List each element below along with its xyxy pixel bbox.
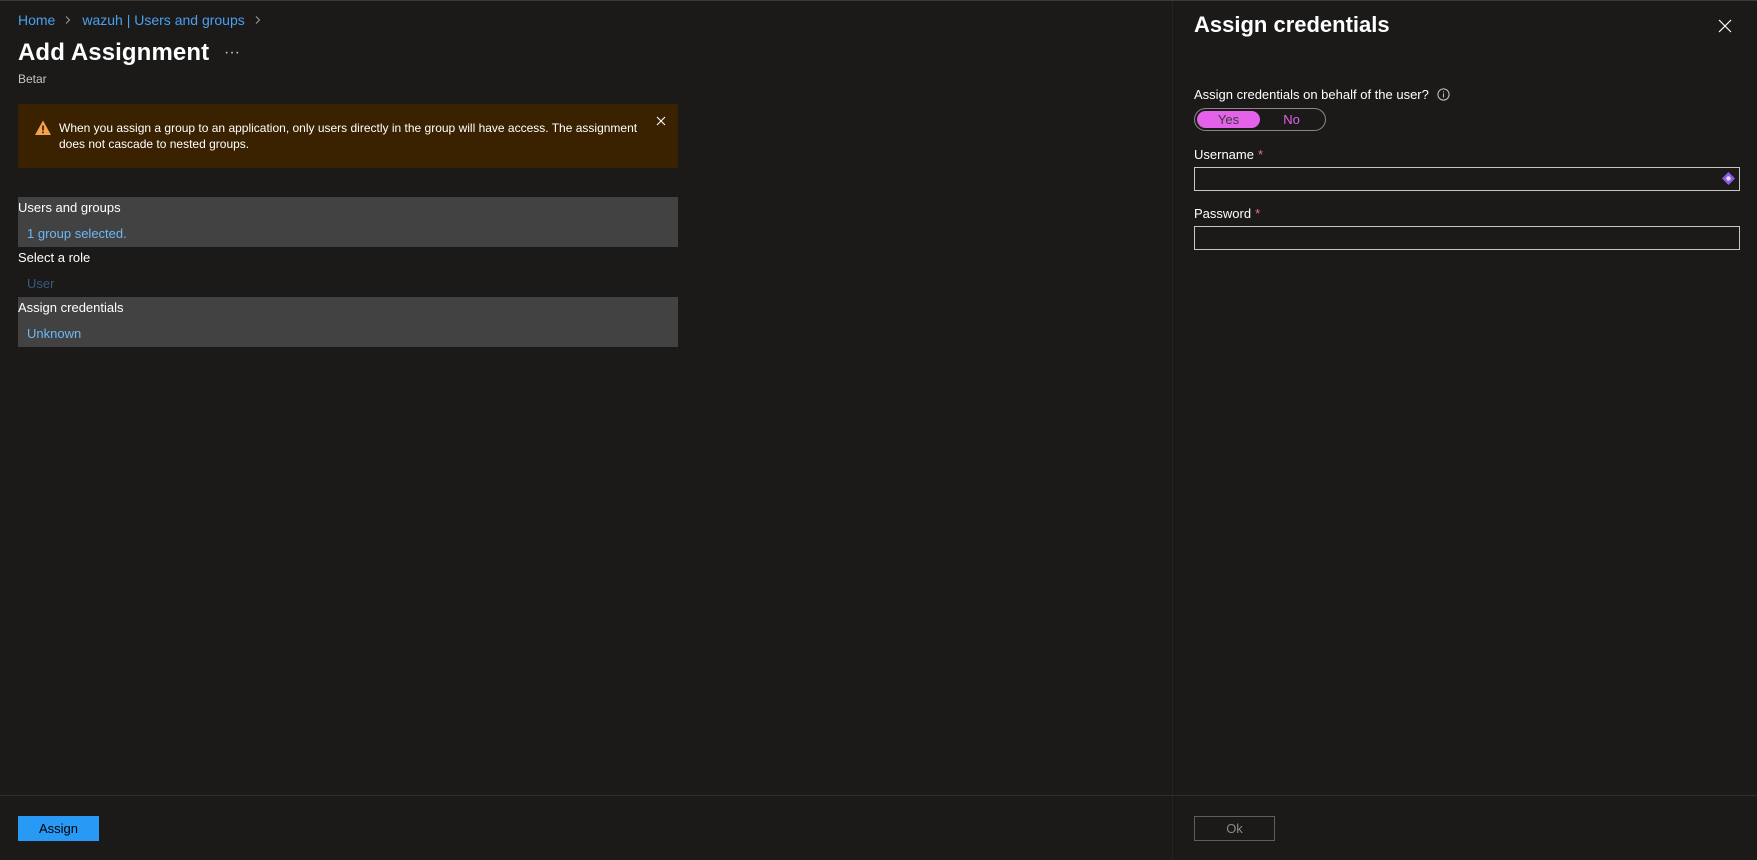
breadcrumb-home-link[interactable]: Home — [18, 12, 55, 28]
footer-divider — [1173, 795, 1757, 796]
breadcrumb: Home wazuh | Users and groups — [18, 12, 272, 28]
page-subtitle: Betar — [18, 72, 47, 86]
footer-divider — [0, 795, 1172, 796]
role-value: User — [27, 276, 55, 291]
chevron-right-icon — [254, 16, 262, 24]
users-groups-link[interactable]: 1 group selected. — [27, 226, 127, 241]
more-options-button[interactable]: ··· — [222, 41, 242, 65]
assign-credentials-link[interactable]: Unknown — [27, 326, 81, 341]
username-label-row: Username * — [1194, 147, 1263, 162]
chevron-right-icon — [64, 16, 72, 24]
credentials-question: Assign credentials on behalf of the user… — [1194, 87, 1450, 102]
assign-credentials-section: Assign credentials Unknown — [18, 297, 678, 347]
select-role-label: Select a role — [18, 250, 91, 265]
users-groups-section: Users and groups 1 group selected. — [18, 197, 678, 247]
toggle-yes-option[interactable]: Yes — [1197, 111, 1260, 128]
warning-text: When you assign a group to an applicatio… — [59, 121, 638, 151]
credentials-question-label: Assign credentials on behalf of the user… — [1194, 87, 1429, 102]
credentials-toggle: Yes No — [1194, 108, 1326, 131]
blade-title: Assign credentials — [1194, 12, 1390, 37]
ok-button[interactable]: Ok — [1194, 816, 1275, 841]
add-assignment-blade: Home wazuh | Users and groups Add Assign… — [0, 1, 1172, 860]
users-groups-label: Users and groups — [18, 200, 121, 215]
info-icon[interactable] — [1437, 88, 1450, 101]
toggle-no-option[interactable]: No — [1260, 111, 1323, 128]
close-icon[interactable] — [654, 114, 668, 128]
password-label: Password — [1194, 206, 1252, 221]
page-title: Add Assignment — [18, 39, 210, 66]
required-mark: * — [1257, 147, 1264, 162]
portal-frame: Home wazuh | Users and groups Add Assign… — [0, 0, 1757, 860]
username-label: Username — [1194, 147, 1254, 162]
password-input[interactable] — [1194, 226, 1740, 250]
required-mark: * — [1255, 206, 1261, 221]
password-manager-icon[interactable] — [1721, 171, 1736, 186]
close-icon[interactable] — [1717, 18, 1733, 34]
username-input[interactable] — [1194, 167, 1740, 191]
breadcrumb-app-link[interactable]: wazuh | Users and groups — [82, 12, 244, 28]
select-role-section: Select a role User — [18, 247, 678, 297]
password-label-row: Password * — [1194, 206, 1260, 221]
assign-credentials-label: Assign credentials — [18, 300, 124, 315]
warning-banner: When you assign a group to an applicatio… — [18, 104, 678, 168]
assign-button[interactable]: Assign — [18, 816, 99, 841]
assign-credentials-blade: Assign credentials Assign credentials on… — [1172, 1, 1757, 860]
warning-icon — [34, 119, 52, 137]
